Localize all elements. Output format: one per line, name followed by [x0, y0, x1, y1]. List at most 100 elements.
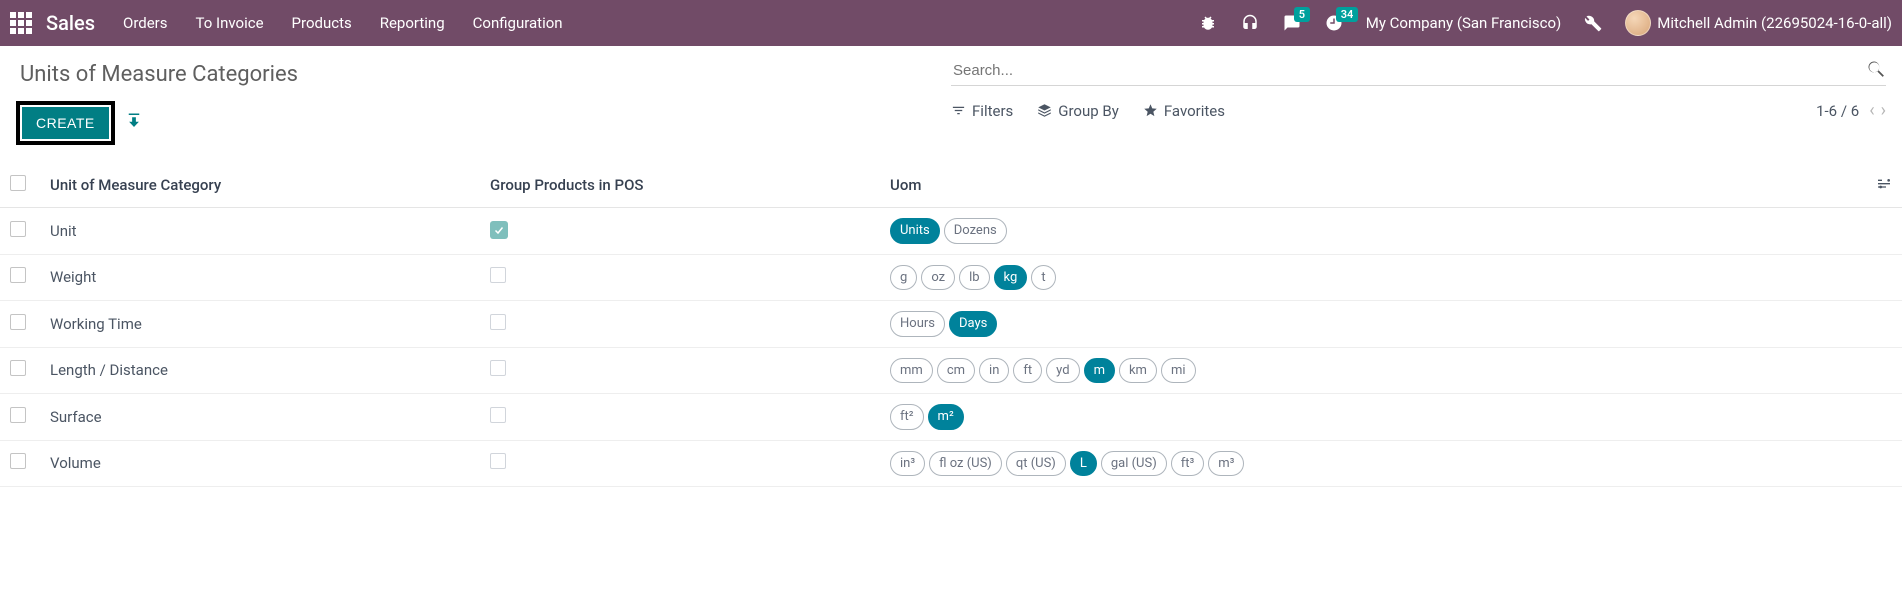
messaging-icon[interactable]: 5 [1282, 13, 1302, 33]
cell-uom: ft²m² [880, 394, 1866, 441]
uom-tag[interactable]: yd [1046, 358, 1079, 384]
uom-tag[interactable]: ft³ [1171, 451, 1205, 477]
groupby-dropdown[interactable]: Group By [1037, 102, 1119, 120]
uom-tag[interactable]: Days [949, 311, 997, 337]
groupby-label: Group By [1058, 102, 1119, 120]
uom-tag[interactable]: cm [937, 358, 975, 384]
uom-tag[interactable]: in³ [890, 451, 925, 477]
pager-prev[interactable]: ‹ [1869, 100, 1874, 121]
uom-tag[interactable]: g [890, 265, 917, 291]
cell-category: Weight [40, 254, 480, 301]
uom-tag[interactable]: kg [994, 265, 1028, 291]
uom-tag[interactable]: fl oz (US) [929, 451, 1002, 477]
uom-tag[interactable]: mm [890, 358, 933, 384]
cell-category: Working Time [40, 301, 480, 348]
cell-uom: in³fl oz (US)qt (US)Lgal (US)ft³m³ [880, 440, 1866, 487]
list-view: Unit of Measure Category Group Products … [0, 163, 1902, 487]
uom-tag[interactable]: km [1119, 358, 1157, 384]
page-title: Units of Measure Categories [20, 62, 951, 87]
search-input[interactable] [951, 56, 1866, 85]
table-row[interactable]: Weight gozlbkgt [0, 254, 1902, 301]
menu-products[interactable]: Products [292, 14, 352, 32]
app-brand[interactable]: Sales [46, 11, 95, 35]
uom-tag[interactable]: qt (US) [1006, 451, 1066, 477]
activities-badge: 34 [1336, 7, 1359, 22]
uom-tag[interactable]: in [979, 358, 1009, 384]
avatar [1625, 10, 1651, 36]
favorites-label: Favorites [1164, 102, 1225, 120]
table-row[interactable]: Length / Distancemmcminftydmkmmi [0, 347, 1902, 394]
cell-pos [480, 208, 880, 255]
table-row[interactable]: Volume in³fl oz (US)qt (US)Lgal (US)ft³m³ [0, 440, 1902, 487]
cell-uom: HoursDays [880, 301, 1866, 348]
uom-tag[interactable]: lb [959, 265, 989, 291]
create-button[interactable]: CREATE [22, 107, 109, 139]
pos-unchecked-icon[interactable] [490, 453, 506, 469]
apps-icon[interactable] [10, 12, 32, 34]
table-row[interactable]: Surfaceft²m² [0, 394, 1902, 441]
pager-next[interactable]: › [1881, 100, 1886, 121]
uom-tag[interactable]: L [1070, 451, 1097, 477]
uom-tag[interactable]: m³ [1208, 451, 1244, 477]
uom-tag[interactable]: Dozens [944, 218, 1007, 244]
pos-unchecked-icon[interactable] [490, 267, 506, 283]
messaging-badge: 5 [1294, 7, 1310, 22]
table-row[interactable]: Unit UnitsDozens [0, 208, 1902, 255]
select-all-checkbox[interactable] [10, 175, 26, 191]
pos-checked-icon[interactable] [490, 221, 508, 239]
pager: 1-6 / 6 ‹ › [1816, 100, 1886, 121]
options-icon[interactable] [1876, 177, 1892, 195]
pos-unchecked-icon[interactable] [490, 314, 506, 330]
pager-text: 1-6 / 6 [1816, 102, 1859, 120]
menu-to-invoice[interactable]: To Invoice [196, 14, 264, 32]
row-checkbox[interactable] [10, 314, 26, 330]
row-checkbox[interactable] [10, 407, 26, 423]
activities-icon[interactable]: 34 [1324, 13, 1344, 33]
filters-label: Filters [972, 102, 1013, 120]
uom-tag[interactable]: m² [928, 404, 964, 430]
cell-category: Unit [40, 208, 480, 255]
row-checkbox[interactable] [10, 453, 26, 469]
cell-category: Volume [40, 440, 480, 487]
cell-pos [480, 254, 880, 301]
pos-unchecked-icon[interactable] [490, 407, 506, 423]
create-highlight: CREATE [16, 101, 115, 145]
menu-reporting[interactable]: Reporting [380, 14, 445, 32]
pos-unchecked-icon[interactable] [490, 360, 506, 376]
bug-icon[interactable] [1198, 13, 1218, 33]
company-selector[interactable]: My Company (San Francisco) [1366, 14, 1561, 32]
debug-tools-icon[interactable] [1583, 13, 1603, 33]
cell-pos [480, 301, 880, 348]
menu-orders[interactable]: Orders [123, 14, 168, 32]
table-row[interactable]: Working Time HoursDays [0, 301, 1902, 348]
cell-pos [480, 440, 880, 487]
user-menu[interactable]: Mitchell Admin (22695024-16-0-all) [1625, 10, 1892, 36]
uom-tag[interactable]: oz [921, 265, 955, 291]
nav-right: 5 34 My Company (San Francisco) Mitchell… [1198, 10, 1892, 36]
menu-configuration[interactable]: Configuration [473, 14, 563, 32]
filters-dropdown[interactable]: Filters [951, 102, 1013, 120]
col-header-category[interactable]: Unit of Measure Category [40, 163, 480, 208]
cell-pos [480, 347, 880, 394]
uom-tag[interactable]: Units [890, 218, 940, 244]
menu-items: Orders To Invoice Products Reporting Con… [123, 14, 563, 32]
cell-uom: UnitsDozens [880, 208, 1866, 255]
top-navbar: Sales Orders To Invoice Products Reporti… [0, 0, 1902, 46]
uom-tag[interactable]: ft [1013, 358, 1042, 384]
control-panel: Units of Measure Categories CREATE Filte… [0, 46, 1902, 145]
col-header-uom[interactable]: Uom [880, 163, 1866, 208]
favorites-dropdown[interactable]: Favorites [1143, 102, 1225, 120]
support-icon[interactable] [1240, 13, 1260, 33]
uom-tag[interactable]: Hours [890, 311, 945, 337]
row-checkbox[interactable] [10, 221, 26, 237]
uom-tag[interactable]: m [1084, 358, 1115, 384]
uom-tag[interactable]: gal (US) [1101, 451, 1167, 477]
uom-tag[interactable]: mi [1161, 358, 1196, 384]
download-icon[interactable] [125, 112, 143, 134]
search-button[interactable] [1866, 59, 1886, 82]
row-checkbox[interactable] [10, 267, 26, 283]
uom-tag[interactable]: t [1031, 265, 1055, 291]
row-checkbox[interactable] [10, 360, 26, 376]
uom-tag[interactable]: ft² [890, 404, 924, 430]
col-header-pos[interactable]: Group Products in POS [480, 163, 880, 208]
